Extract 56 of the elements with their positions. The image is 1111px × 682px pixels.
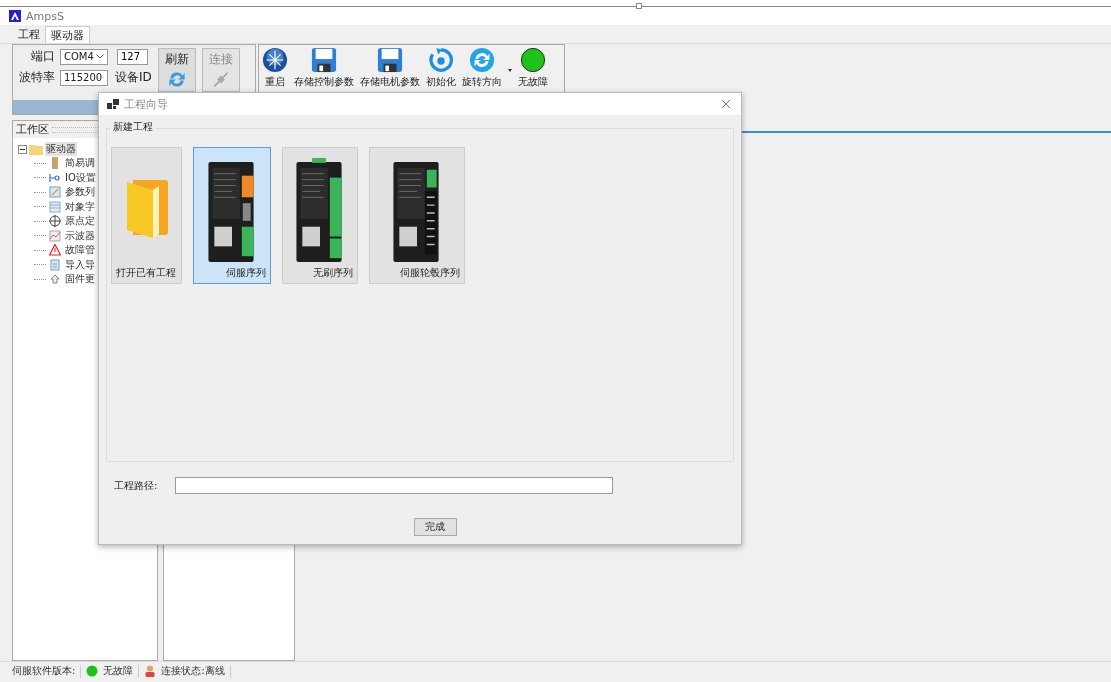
window-icon xyxy=(107,99,119,109)
toolbar-button[interactable]: 存储控制参数 xyxy=(294,47,354,89)
toolbar-button[interactable]: 存储电机参数 xyxy=(360,47,420,89)
group-title: 新建工程 xyxy=(110,120,156,134)
reset-icon xyxy=(428,47,454,73)
ribbon-tab[interactable]: 工程 xyxy=(13,26,45,43)
project-type-option[interactable]: 打开已有工程 xyxy=(111,147,182,284)
warning-icon xyxy=(49,244,61,257)
path-field[interactable] xyxy=(175,477,614,494)
rotate-icon xyxy=(469,47,495,73)
project-type-option[interactable]: 无刷序列 xyxy=(282,147,358,284)
tree-item[interactable]: 示波器 xyxy=(64,228,96,243)
version-label: 伺服软件版本: xyxy=(12,664,76,678)
tree-item[interactable]: 固件更 xyxy=(64,272,96,287)
io-icon xyxy=(49,171,61,184)
finish-button[interactable]: 完成 xyxy=(413,518,457,536)
toolbar-button[interactable]: 重启 xyxy=(262,47,288,89)
close-icon[interactable] xyxy=(721,99,731,109)
panel-title: 工作区 xyxy=(16,122,49,137)
baud-dropdown[interactable]: 115200 xyxy=(60,69,108,86)
collapse-toggle-icon[interactable] xyxy=(18,144,27,154)
baud-label: 波特率 xyxy=(19,69,55,86)
toolbar-button[interactable]: 无故障 xyxy=(518,47,548,89)
project-type-option[interactable]: 伺服轮毂序列 xyxy=(369,147,465,284)
path-label: 工程路径: xyxy=(114,478,158,493)
tree-item[interactable]: 故障管 xyxy=(64,243,96,258)
fault-status: 无故障 xyxy=(103,664,134,678)
dropdown-arrow-icon[interactable] xyxy=(508,69,512,72)
snowflake-icon xyxy=(262,47,288,73)
dialog-title: 工程向导 xyxy=(124,96,169,112)
toolbar-button[interactable]: 旋转方向 xyxy=(462,47,502,89)
user-icon xyxy=(144,665,157,677)
connection-status: 连接状态:离线 xyxy=(161,664,225,678)
app-logo-icon xyxy=(9,10,21,22)
tree-item[interactable]: 驱动器 xyxy=(45,142,77,156)
project-type-option[interactable]: 伺服序列 xyxy=(193,147,271,284)
status-light-icon xyxy=(86,665,99,677)
folder-icon xyxy=(29,143,43,155)
device-id-label: 设备ID xyxy=(115,69,152,86)
status-light-icon xyxy=(520,47,546,73)
tree-item[interactable]: IO设置 xyxy=(64,170,97,185)
tree-item[interactable]: 对象字 xyxy=(64,199,96,214)
tree-item[interactable]: 原点定 xyxy=(64,214,96,229)
toolbar-button[interactable]: 初始化 xyxy=(426,47,456,89)
window-title: AmpsS xyxy=(26,9,64,23)
tree-item[interactable]: 导入导 xyxy=(64,257,96,272)
device-id-field[interactable]: 127 xyxy=(117,48,148,65)
refresh-icon xyxy=(166,70,187,89)
ribbon-tab[interactable]: 驱动器 xyxy=(45,26,90,43)
tree-item[interactable]: 简易调 xyxy=(64,156,96,171)
tree-item[interactable]: 参数列 xyxy=(64,185,96,200)
port-dropdown[interactable]: COM4 xyxy=(60,48,108,65)
chart-icon xyxy=(49,229,61,242)
port-label: 端口 xyxy=(30,48,55,65)
refresh-button[interactable]: 刷新 xyxy=(157,48,196,92)
crosshair-icon xyxy=(49,215,61,228)
